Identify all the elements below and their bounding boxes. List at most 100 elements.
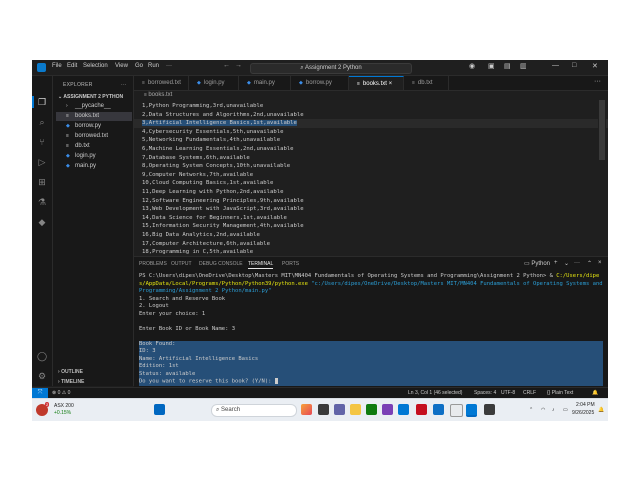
problems-count[interactable]: ⊗ 0 ⚠ 0 — [52, 390, 70, 396]
menu-go[interactable]: Go — [135, 63, 143, 69]
terminal-shell-selector[interactable]: ▭ Python — [524, 260, 550, 267]
remote-icon[interactable]: ⤧ — [32, 388, 48, 398]
tab-db-txt[interactable]: ≡ db.txt — [404, 76, 449, 90]
panel-tab-ports[interactable]: PORTS — [282, 261, 299, 267]
tree-item-login-py[interactable]: ◆ login.py — [56, 152, 132, 161]
text-file-icon: ≡ — [66, 133, 69, 139]
notifications-icon[interactable]: 🔔 — [592, 390, 598, 396]
tab-books-txt[interactable]: ≡ books.txt × — [349, 76, 404, 90]
clock-time[interactable]: 2:04 PM — [576, 402, 595, 408]
tree-item-borrow-py[interactable]: ◆ borrow.py — [56, 122, 132, 131]
chevron-right-icon: › — [66, 103, 68, 109]
word-icon[interactable] — [433, 404, 444, 415]
taskbar-search[interactable]: ⌕ Search — [211, 404, 297, 417]
timeline-section[interactable]: › TIMELINE — [58, 379, 84, 385]
close-tab-icon[interactable]: × — [389, 81, 393, 87]
maximize-panel-icon[interactable]: ⌃ — [587, 260, 592, 267]
testing-icon[interactable]: ⚗ — [37, 197, 47, 207]
indentation[interactable]: Spaces: 4 — [474, 390, 496, 396]
tab-borrow-py[interactable]: ◆ borrow.py — [291, 76, 349, 90]
menu-run[interactable]: Run — [148, 63, 159, 69]
more-actions-icon[interactable]: ··· — [121, 82, 127, 88]
battery-icon[interactable]: ▭ — [563, 407, 568, 413]
media-icon[interactable] — [416, 404, 427, 415]
cursor-position[interactable]: Ln 3, Col 1 (46 selected) — [408, 390, 462, 396]
vscode-icon[interactable] — [466, 404, 477, 417]
account-icon[interactable]: ◯ — [37, 351, 47, 361]
copilot-icon[interactable]: ◉ — [469, 62, 475, 70]
menu-file[interactable]: File — [52, 63, 62, 69]
panel-tab-terminal[interactable]: TERMINAL — [248, 261, 274, 269]
database-icon[interactable]: ◆ — [37, 217, 47, 227]
more-actions-icon[interactable]: ··· — [594, 78, 601, 85]
line-ending[interactable]: CRLF — [523, 390, 536, 396]
extensions-icon[interactable]: ⊞ — [37, 177, 47, 187]
panel-tab-output[interactable]: OUTPUT — [171, 261, 192, 267]
teams-icon[interactable] — [334, 404, 345, 415]
panel-toggle-icon[interactable]: ▤ — [504, 62, 511, 70]
terminal-icon[interactable] — [484, 404, 495, 415]
panel-tab-problems[interactable]: PROBLEMS — [139, 261, 167, 267]
output-text: Do you want to reserve this book? (Y/N): — [139, 378, 275, 385]
scroll-thumb[interactable] — [599, 100, 605, 160]
language-mode[interactable]: {} Plain Text — [547, 390, 573, 396]
chevron-down-icon[interactable]: ⌄ — [564, 260, 569, 267]
code-text: 6,Machine Learning Essentials,2nd,unavai… — [142, 146, 294, 152]
file-explorer-icon[interactable] — [350, 404, 361, 415]
editor-scrollbar[interactable] — [598, 100, 606, 250]
volume-icon[interactable]: ♪ — [552, 407, 555, 413]
output-text: Book Found: — [139, 340, 176, 347]
code-text: 14,Data Science for Beginners,1st,availa… — [142, 214, 287, 221]
run-debug-icon[interactable]: ▷ — [37, 157, 47, 167]
layout-icon[interactable]: ▣ — [488, 62, 495, 70]
windows-start-icon[interactable] — [154, 404, 165, 415]
more-actions-icon[interactable]: ··· — [574, 260, 580, 266]
code-text: 5,Networking Fundamentals,4th,unavailabl… — [142, 137, 281, 144]
more-menu-icon[interactable]: ··· — [166, 63, 172, 69]
widget-value[interactable]: +0.15% — [54, 410, 71, 416]
explorer-icon[interactable]: ❐ — [37, 97, 47, 107]
menu-view[interactable]: View — [115, 63, 128, 69]
tab-borrowed-txt[interactable]: ≡ borrowed.txt — [134, 76, 189, 90]
command-center-search[interactable]: ⌕ Assignment 2 Python — [250, 63, 412, 74]
copilot-icon[interactable] — [301, 404, 312, 415]
tree-item-pycache[interactable]: › __pycache__ — [56, 102, 132, 111]
back-arrow-icon[interactable]: ← — [223, 62, 230, 69]
menu-selection[interactable]: Selection — [83, 63, 108, 69]
tree-item-books-txt[interactable]: ≡ books.txt — [56, 112, 132, 121]
notifications-icon[interactable]: 🔔 — [598, 407, 604, 413]
edge-icon[interactable] — [398, 404, 409, 415]
output-text: Status: available — [139, 370, 196, 377]
close-panel-icon[interactable]: × — [598, 260, 602, 266]
sidebar-toggle-icon[interactable]: ▥ — [520, 62, 527, 70]
code-editor[interactable]: 1,Python Programming,3rd,unavailable 2,Da… — [134, 100, 608, 256]
tree-item-main-py[interactable]: ◆ main.py — [56, 162, 132, 171]
text-file-icon: ≡ — [142, 80, 145, 86]
encoding[interactable]: UTF-8 — [501, 390, 515, 396]
task-view-icon[interactable] — [318, 404, 329, 415]
app-icon[interactable] — [382, 404, 393, 415]
outline-section[interactable]: › OUTLINE — [58, 369, 83, 375]
forward-arrow-icon[interactable]: → — [235, 62, 242, 69]
close-button[interactable]: ✕ — [592, 62, 598, 70]
search-icon[interactable]: ⌕ — [37, 117, 47, 127]
chrome-icon[interactable] — [366, 404, 377, 415]
widget-title[interactable]: ASX 200 — [54, 403, 74, 409]
panel-tab-debug-console[interactable]: DEBUG CONSOLE — [199, 261, 243, 267]
tab-main-py[interactable]: ◆ main.py — [239, 76, 291, 90]
source-control-icon[interactable]: ⑂ — [37, 137, 47, 147]
maximize-button[interactable]: □ — [572, 62, 576, 69]
tree-item-borrowed-txt[interactable]: ≡ borrowed.txt — [56, 132, 132, 141]
breadcrumb[interactable]: ≡ books.txt — [144, 92, 172, 98]
wifi-icon[interactable]: ◠ — [541, 407, 545, 413]
workspace-folder[interactable]: ⌄ ASSIGNMENT 2 PYTHON — [58, 94, 123, 100]
new-terminal-icon[interactable]: + — [554, 260, 558, 266]
clock-date[interactable]: 9/26/2025 — [572, 410, 594, 416]
menu-edit[interactable]: Edit — [67, 63, 77, 69]
tray-chevron-icon[interactable]: ⌃ — [529, 407, 533, 413]
tree-item-db-txt[interactable]: ≡ db.txt — [56, 142, 132, 151]
minimize-button[interactable]: — — [552, 62, 559, 69]
tab-login-py[interactable]: ◆ login.py — [189, 76, 239, 90]
app-icon[interactable] — [450, 404, 463, 417]
gear-icon[interactable]: ⚙ — [37, 371, 47, 381]
